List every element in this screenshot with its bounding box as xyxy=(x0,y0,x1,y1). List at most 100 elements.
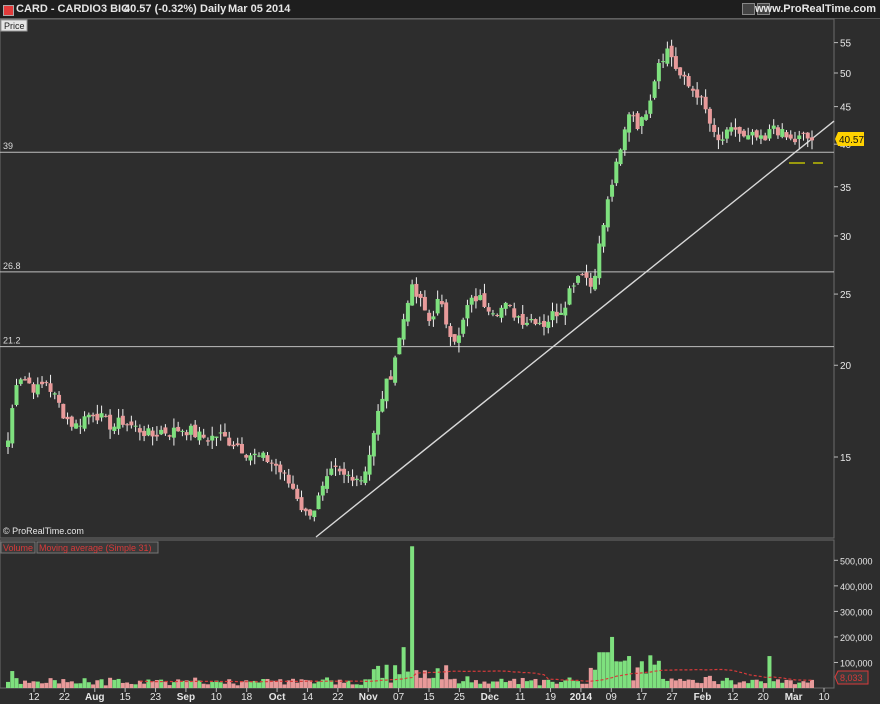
candle-body xyxy=(329,468,334,475)
volume-bar xyxy=(695,682,700,688)
x-tick-label: Aug xyxy=(85,692,104,703)
candle-body xyxy=(546,321,551,328)
candle-body xyxy=(444,302,449,325)
candle-body xyxy=(380,398,385,412)
candle-body xyxy=(788,134,793,139)
candle-body xyxy=(363,471,368,483)
candle-body xyxy=(537,322,542,324)
candle-body xyxy=(435,298,440,314)
candle-body xyxy=(461,319,466,334)
volume-bar xyxy=(797,682,802,688)
volume-bar xyxy=(239,681,244,688)
volume-bar xyxy=(171,682,176,688)
candle-body xyxy=(712,124,717,133)
candle-body xyxy=(520,313,525,325)
candle-body xyxy=(695,89,700,98)
volume-bar xyxy=(746,683,751,688)
candle-body xyxy=(359,480,364,482)
volume-bar xyxy=(516,684,521,688)
candle-body xyxy=(792,138,797,143)
volume-bar xyxy=(529,680,534,688)
candle-body xyxy=(269,462,274,464)
candle-body xyxy=(529,318,534,321)
candle-body xyxy=(418,293,423,298)
candle-body xyxy=(167,435,172,437)
copyright: © ProRealTime.com xyxy=(3,526,84,536)
candle-body xyxy=(210,435,215,441)
volume-bar xyxy=(554,683,559,688)
volume-bar xyxy=(371,669,376,688)
candle-body xyxy=(652,81,657,98)
volume-bar xyxy=(763,683,768,688)
volume-bar xyxy=(737,682,742,688)
candle-body xyxy=(810,137,814,141)
ma-label: Moving average (Simple 31) xyxy=(39,543,152,553)
candle-body xyxy=(648,100,653,114)
candle-body xyxy=(699,96,704,98)
candle-body xyxy=(6,440,10,447)
volume-bar xyxy=(44,682,49,688)
volume-bar xyxy=(758,681,763,688)
x-tick-label: 25 xyxy=(454,692,466,703)
candle-body xyxy=(784,132,789,138)
volume-bar xyxy=(712,681,717,688)
candle-body xyxy=(74,423,79,429)
volume-bar xyxy=(163,681,168,688)
volume-bar xyxy=(780,682,785,688)
candle-body xyxy=(108,414,113,430)
chart-canvas[interactable]: 3926.821.2 152025303540455055 100,000200… xyxy=(0,0,880,704)
price-tick-label: 20 xyxy=(840,361,852,372)
candle-body xyxy=(48,383,53,392)
volume-bar xyxy=(133,684,138,688)
candle-body xyxy=(176,426,181,432)
hline-label: 26.8 xyxy=(3,261,21,271)
candle-body xyxy=(465,305,470,319)
x-tick-label: 14 xyxy=(302,692,314,703)
volume-bar xyxy=(444,665,449,688)
volume-bar xyxy=(201,683,206,688)
candle-body xyxy=(775,127,780,136)
candle-body xyxy=(278,464,283,473)
price-tick-label: 45 xyxy=(840,103,852,114)
volume-bar xyxy=(503,682,508,688)
candle-body xyxy=(754,130,759,138)
volume-bar xyxy=(486,683,491,688)
volume-bar xyxy=(588,667,593,688)
volume-bar xyxy=(14,678,19,688)
volume-bar xyxy=(18,683,23,688)
volume-bar xyxy=(720,680,725,688)
x-tick-label: 22 xyxy=(332,692,344,703)
candle-body xyxy=(631,115,636,117)
candle-body xyxy=(405,302,410,322)
volume-bar xyxy=(499,678,504,688)
volume-bar xyxy=(65,682,70,688)
volume-bar xyxy=(167,685,172,688)
candle-body xyxy=(163,427,168,434)
volume-bar xyxy=(418,677,423,688)
candle-body xyxy=(401,319,406,340)
volume-bar xyxy=(376,665,381,688)
last-price-value: 40.57 xyxy=(839,135,864,146)
candle-body xyxy=(31,384,36,393)
volume-bar xyxy=(724,677,729,688)
candle-body xyxy=(724,129,729,139)
candle-body xyxy=(673,56,678,69)
volume-bar xyxy=(631,680,636,688)
candle-body xyxy=(86,414,91,418)
volume-bar xyxy=(741,681,746,688)
candle-body xyxy=(639,117,644,127)
candle-body xyxy=(354,478,359,481)
candle-body xyxy=(707,108,712,124)
candle-body xyxy=(605,199,610,228)
candle-body xyxy=(171,427,176,438)
volume-bar xyxy=(627,656,632,688)
volume-bar xyxy=(333,684,338,688)
price-tick-label: 15 xyxy=(840,453,852,464)
candle-body xyxy=(588,277,593,287)
candle-body xyxy=(65,416,70,420)
x-tick-label: 12 xyxy=(727,692,739,703)
volume-bar xyxy=(686,679,691,688)
volume-bar xyxy=(576,681,581,688)
volume-bar xyxy=(465,676,470,688)
volume-bar xyxy=(299,679,304,688)
